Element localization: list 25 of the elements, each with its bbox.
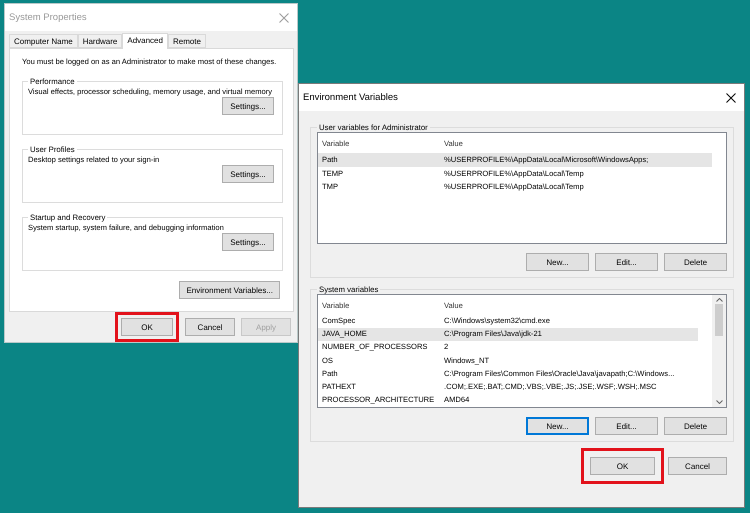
scroll-up-icon[interactable] (716, 298, 722, 302)
list-action-button[interactable]: New... (526, 253, 589, 271)
scrollbar[interactable] (712, 295, 726, 407)
environment-variables-button[interactable]: Environment Variables... (179, 281, 280, 299)
window-title: System Properties (9, 12, 87, 23)
close-icon[interactable] (726, 92, 736, 102)
dialog-button[interactable]: OK (590, 457, 655, 475)
settings-button[interactable]: Settings... (222, 97, 274, 115)
list-action-button[interactable]: Delete (664, 253, 727, 271)
scroll-down-icon[interactable] (716, 400, 722, 404)
dialog-button[interactable]: Cancel (668, 457, 727, 475)
list-action-button[interactable]: Delete (664, 417, 727, 435)
tab[interactable]: Hardware (78, 34, 122, 48)
dialog-button[interactable]: OK (121, 318, 173, 336)
tab[interactable]: Advanced (122, 33, 168, 49)
tab[interactable]: Remote (168, 34, 206, 48)
settings-button[interactable]: Settings... (222, 233, 274, 251)
list-action-button[interactable]: New... (526, 417, 589, 435)
list-action-button[interactable]: Edit... (595, 253, 658, 271)
tab[interactable]: Computer Name (9, 34, 78, 48)
settings-button[interactable]: Settings... (222, 165, 274, 183)
dialog-button[interactable]: Cancel (185, 318, 235, 336)
scroll-thumb[interactable] (715, 304, 723, 336)
window-title: Environment Variables (303, 92, 398, 103)
list-action-button[interactable]: Edit... (595, 417, 658, 435)
